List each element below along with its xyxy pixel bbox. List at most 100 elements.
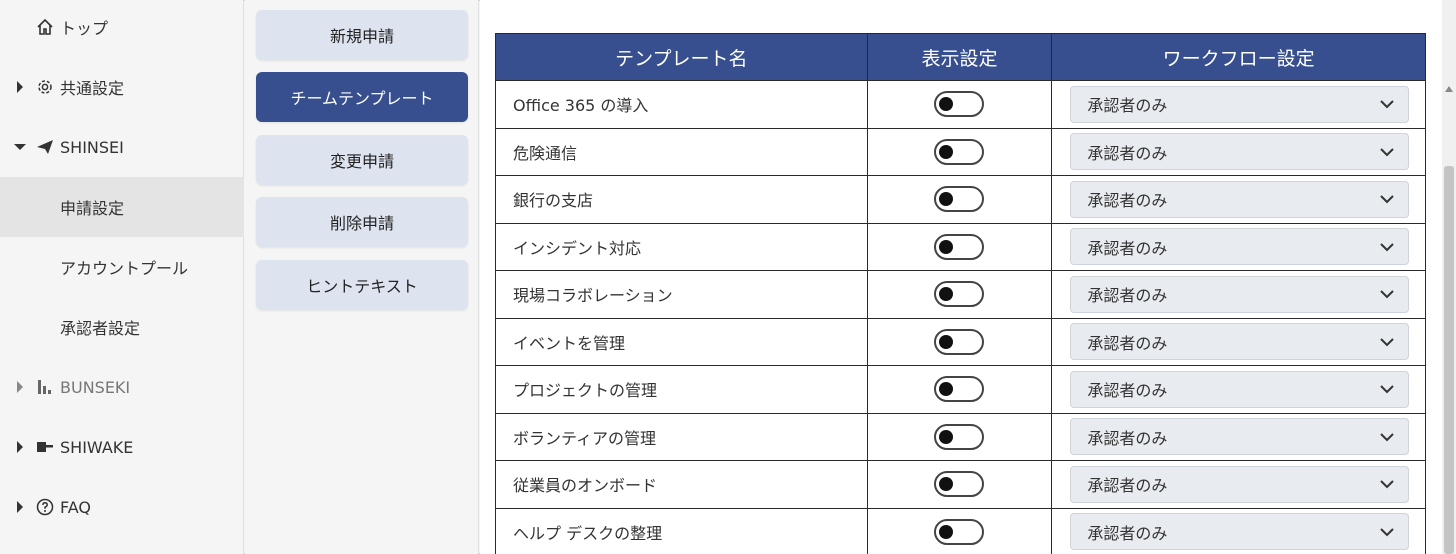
caret-right-icon: [14, 81, 26, 93]
workflow-select[interactable]: 承認者のみ: [1070, 465, 1409, 503]
workflow-setting-cell: 承認者のみ: [1051, 507, 1426, 554]
scrollbar-thumb[interactable]: [1444, 166, 1454, 554]
template-name-cell: イベントを管理: [495, 317, 868, 366]
display-toggle[interactable]: [934, 233, 985, 260]
sidebar-item-shiwake[interactable]: SHIWAKE: [0, 417, 244, 477]
toggle-knob: [939, 287, 954, 302]
template-table: テンプレート名 表示設定 ワークフロー設定 Office 365 の導入 承認者の…: [495, 33, 1426, 554]
chevron-down-icon: [1380, 148, 1394, 157]
toggle-knob: [939, 144, 954, 159]
display-setting-cell: [866, 507, 1053, 554]
table-row: イベントを管理 承認者のみ: [495, 317, 1426, 366]
template-name-cell: プロジェクトの管理: [495, 365, 868, 414]
template-name-cell: ヘルプ デスクの整理: [495, 507, 868, 554]
tab-new-application[interactable]: 新規申請: [256, 10, 468, 60]
table-row: 危険通信 承認者のみ: [495, 127, 1426, 176]
sidebar-item-label: SHIWAKE: [60, 437, 134, 457]
display-setting-cell: [866, 412, 1053, 461]
sidebar-item-faq[interactable]: FAQ: [0, 477, 244, 537]
display-setting-cell: [866, 80, 1053, 129]
tab-hint-text[interactable]: ヒントテキスト: [256, 260, 468, 310]
workflow-select[interactable]: 承認者のみ: [1070, 418, 1409, 456]
toggle-knob: [939, 192, 954, 207]
workflow-select-value: 承認者のみ: [1087, 523, 1168, 543]
sidebar-item-shinsei[interactable]: SHINSEI: [0, 117, 244, 177]
display-setting-cell: [866, 365, 1053, 414]
tab-delete-application[interactable]: 削除申請: [256, 197, 468, 247]
tab-team-template[interactable]: チームテンプレート: [256, 72, 468, 122]
workflow-select-value: 承認者のみ: [1087, 428, 1168, 448]
workflow-select-value: 承認者のみ: [1087, 96, 1168, 116]
scroll-up-arrow-icon[interactable]: [1445, 86, 1453, 92]
display-setting-cell: [866, 127, 1053, 176]
chevron-down-icon: [1380, 243, 1394, 252]
sidebar-item-application-settings[interactable]: 申請設定: [0, 177, 244, 237]
display-setting-cell: [866, 175, 1053, 224]
tab-change-application[interactable]: 変更申請: [256, 135, 468, 185]
sidebar-item-label: 共通設定: [60, 79, 125, 98]
question-circle-icon: [36, 498, 54, 516]
workflow-select-value: 承認者のみ: [1087, 143, 1168, 163]
caret-right-icon: [14, 441, 26, 453]
display-toggle[interactable]: [934, 328, 985, 355]
table-header-row: テンプレート名 表示設定 ワークフロー設定: [495, 33, 1426, 81]
chevron-down-icon: [1380, 338, 1394, 347]
workflow-select-value: 承認者のみ: [1087, 381, 1168, 401]
display-toggle[interactable]: [934, 138, 985, 165]
vertical-scrollbar[interactable]: [1442, 0, 1456, 554]
table-row: ボランティアの管理 承認者のみ: [495, 412, 1426, 461]
sidebar-item-bunseki[interactable]: BUNSEKI: [0, 357, 244, 417]
table-row: 銀行の支店 承認者のみ: [495, 175, 1426, 224]
template-name-cell: ボランティアの管理: [495, 412, 868, 461]
sidebar-item-label: SHINSEI: [60, 137, 124, 157]
display-toggle[interactable]: [934, 423, 985, 450]
toggle-knob: [939, 97, 954, 112]
display-toggle[interactable]: [934, 281, 985, 308]
workflow-select[interactable]: 承認者のみ: [1070, 275, 1409, 313]
workflow-select[interactable]: 承認者のみ: [1070, 133, 1409, 171]
workflow-setting-cell: 承認者のみ: [1051, 412, 1426, 461]
workflow-setting-cell: 承認者のみ: [1051, 317, 1426, 366]
sidebar-item-label: 申請設定: [60, 199, 125, 218]
home-icon: [36, 18, 54, 36]
toggle-knob: [939, 382, 954, 397]
workflow-setting-cell: 承認者のみ: [1051, 222, 1426, 271]
sidebar-item-label: FAQ: [60, 497, 91, 517]
sidebar-item-top[interactable]: トップ: [0, 0, 244, 57]
workflow-select[interactable]: 承認者のみ: [1070, 180, 1409, 218]
display-setting-cell: [866, 460, 1053, 509]
table-row: インシデント対応 承認者のみ: [495, 222, 1426, 271]
template-name-cell: インシデント対応: [495, 222, 868, 271]
sidebar-item-label: トップ: [60, 19, 109, 38]
sidebar-item-approver-settings[interactable]: 承認者設定: [0, 297, 244, 357]
display-toggle[interactable]: [934, 186, 985, 213]
display-toggle[interactable]: [934, 471, 985, 498]
workflow-select[interactable]: 承認者のみ: [1070, 323, 1409, 361]
display-toggle[interactable]: [934, 518, 985, 545]
toggle-knob: [939, 334, 954, 349]
sidebar-item-label: アカウントプール: [60, 259, 189, 278]
caret-right-icon: [14, 501, 26, 513]
sidebar: トップ 共通設定 SHINSEI 申請設定 アカウントプール 承認者設定 BUN…: [0, 0, 244, 554]
display-toggle[interactable]: [934, 91, 985, 118]
table-row: 現場コラボレーション 承認者のみ: [495, 270, 1426, 319]
workflow-setting-cell: 承認者のみ: [1051, 80, 1426, 129]
display-toggle[interactable]: [934, 376, 985, 403]
workflow-select-value: 承認者のみ: [1087, 333, 1168, 353]
sidebar-item-common-settings[interactable]: 共通設定: [0, 57, 244, 117]
display-setting-cell: [866, 222, 1053, 271]
workflow-select[interactable]: 承認者のみ: [1070, 85, 1409, 123]
workflow-select-value: 承認者のみ: [1087, 476, 1168, 496]
workflow-select-value: 承認者のみ: [1087, 238, 1168, 258]
column-header-workflow-setting: ワークフロー設定: [1051, 33, 1426, 81]
workflow-select[interactable]: 承認者のみ: [1070, 370, 1409, 408]
workflow-select[interactable]: 承認者のみ: [1070, 513, 1409, 551]
workflow-select[interactable]: 承認者のみ: [1070, 228, 1409, 266]
template-type-menu: 新規申請 チームテンプレート 変更申請 削除申請 ヒントテキスト: [245, 0, 479, 554]
template-name-cell: 従業員のオンボード: [495, 460, 868, 509]
workflow-setting-cell: 承認者のみ: [1051, 365, 1426, 414]
workflow-setting-cell: 承認者のみ: [1051, 270, 1426, 319]
caret-down-icon: [14, 141, 26, 153]
sidebar-item-account-pool[interactable]: アカウントプール: [0, 237, 244, 297]
toggle-knob: [939, 429, 954, 444]
